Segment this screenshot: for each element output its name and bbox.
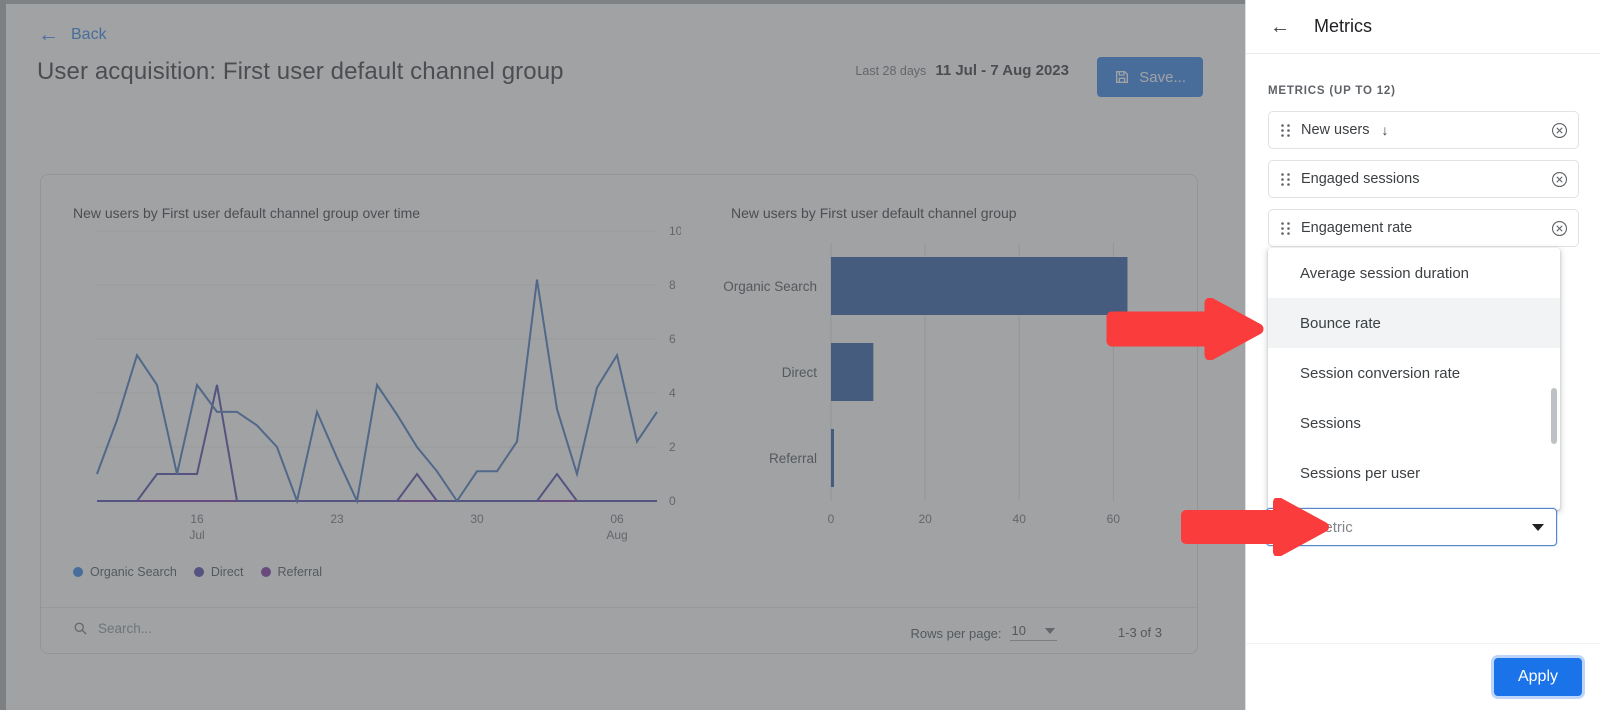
drag-handle-icon[interactable]	[1281, 124, 1290, 137]
metric-chip-label: New users	[1301, 122, 1370, 138]
dropdown-option-sessions[interactable]: Sessions	[1268, 398, 1560, 448]
remove-circle-icon[interactable]	[1551, 122, 1568, 139]
remove-circle-icon[interactable]	[1551, 220, 1568, 237]
sort-down-icon[interactable]: ↓	[1382, 122, 1389, 138]
metrics-panel-footer: Apply	[1246, 643, 1600, 710]
metric-chip-engaged-sessions[interactable]: Engaged sessions	[1268, 160, 1579, 198]
modal-scrim[interactable]	[0, 0, 1245, 710]
report-area: ← Back User acquisition: First user defa…	[0, 0, 1245, 710]
metric-chip-engagement-rate[interactable]: Engagement rate	[1268, 209, 1579, 247]
metric-chip-label: Engaged sessions	[1301, 171, 1420, 187]
dropdown-scrollbar[interactable]	[1551, 388, 1557, 444]
dropdown-option-session-conversion-rate[interactable]: Session conversion rate	[1268, 348, 1560, 398]
dropdown-option-sessions-per-user[interactable]: Sessions per user	[1268, 448, 1560, 498]
add-metric-dropdown-list[interactable]: Average session duration Bounce rate Ses…	[1268, 248, 1560, 510]
metrics-panel-title: Metrics	[1314, 16, 1372, 37]
arrow-to-bounce-rate	[1106, 298, 1266, 360]
drag-handle-icon[interactable]	[1281, 222, 1290, 235]
apply-button[interactable]: Apply	[1494, 658, 1582, 696]
metrics-section-label: METRICS (UP TO 12)	[1268, 85, 1396, 97]
arrow-left-icon[interactable]: ←	[1270, 17, 1290, 37]
arrow-to-add-metric	[1180, 498, 1332, 556]
metrics-panel-header: ← Metrics	[1246, 0, 1600, 54]
chevron-down-icon	[1532, 524, 1544, 531]
dropdown-option-bounce-rate[interactable]: Bounce rate	[1268, 298, 1560, 348]
drag-handle-icon[interactable]	[1281, 173, 1290, 186]
metrics-panel: ← Metrics METRICS (UP TO 12) New users ↓	[1245, 0, 1600, 710]
screenshot-root: ← Back User acquisition: First user defa…	[0, 0, 1600, 710]
dropdown-option-average-session-duration[interactable]: Average session duration	[1268, 248, 1560, 298]
metric-chip-label: Engagement rate	[1301, 220, 1412, 236]
metric-chip-new-users[interactable]: New users ↓	[1268, 111, 1579, 149]
remove-circle-icon[interactable]	[1551, 171, 1568, 188]
